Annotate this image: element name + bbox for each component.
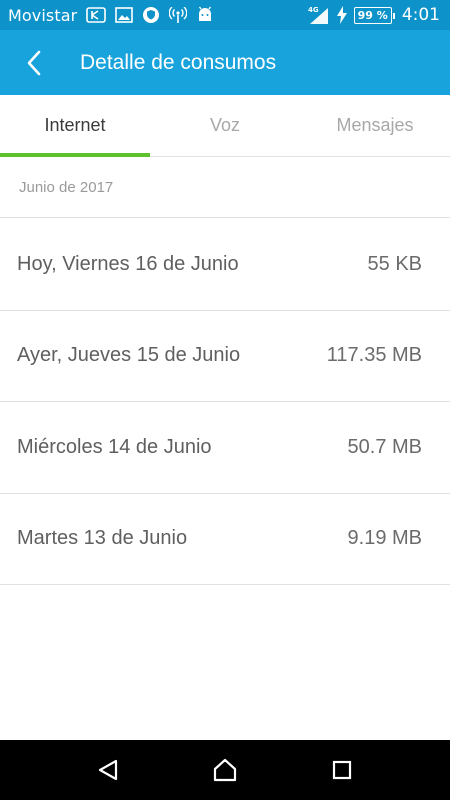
month-header: Junio de 2017 (0, 158, 450, 218)
nav-home-button[interactable] (195, 740, 255, 800)
status-right: 4G 99 % 4:01 (306, 5, 450, 25)
list-item[interactable]: Martes 13 de Junio 9.19 MB (0, 494, 450, 585)
notification-icon (86, 7, 107, 23)
app-bar: Detalle de consumos (0, 30, 450, 95)
android-icon (196, 6, 214, 24)
tab-voz[interactable]: Voz (150, 95, 300, 156)
signal-icon: 4G (306, 5, 330, 25)
status-left: Movistar (0, 6, 214, 25)
usage-amount: 9.19 MB (347, 527, 422, 550)
list-item[interactable]: Hoy, Viernes 16 de Junio 55 KB (0, 219, 450, 311)
usage-date: Miércoles 14 de Junio (17, 435, 212, 458)
battery-percent: 99 % (357, 8, 388, 22)
recents-square-icon (332, 760, 351, 780)
tab-internet[interactable]: Internet (0, 95, 150, 157)
network-type: 4G (308, 6, 319, 14)
tab-bar: Internet Voz Mensajes (0, 95, 450, 157)
chevron-left-icon (27, 50, 41, 75)
home-icon (213, 758, 237, 782)
list-item[interactable]: Ayer, Jueves 15 de Junio 117.35 MB (0, 311, 450, 402)
usage-date: Martes 13 de Junio (17, 527, 188, 550)
back-button[interactable] (4, 30, 64, 95)
back-triangle-icon (99, 759, 118, 781)
battery-icon: 99 % (353, 6, 395, 24)
charging-icon (336, 6, 348, 24)
usage-amount: 50.7 MB (347, 435, 422, 458)
usage-list: Hoy, Viernes 16 de Junio 55 KB Ayer, Jue… (0, 219, 450, 585)
usage-amount: 55 KB (367, 252, 422, 275)
carrier-name: Movistar (8, 5, 78, 25)
shield-icon (142, 6, 160, 24)
usage-date: Hoy, Viernes 16 de Junio (17, 252, 239, 275)
hotspot-icon (169, 7, 188, 23)
image-icon (115, 7, 134, 23)
page-title: Detalle de consumos (80, 50, 277, 74)
status-bar: Movistar 4G 99 % 4:01 (0, 0, 450, 30)
system-nav-bar (0, 740, 450, 800)
nav-recents-button[interactable] (312, 740, 372, 800)
usage-date: Ayer, Jueves 15 de Junio (17, 344, 241, 367)
list-item[interactable]: Miércoles 14 de Junio 50.7 MB (0, 402, 450, 494)
status-time: 4:01 (401, 5, 440, 25)
tab-mensajes[interactable]: Mensajes (300, 95, 450, 156)
nav-back-button[interactable] (78, 740, 138, 800)
usage-amount: 117.35 MB (326, 344, 422, 367)
